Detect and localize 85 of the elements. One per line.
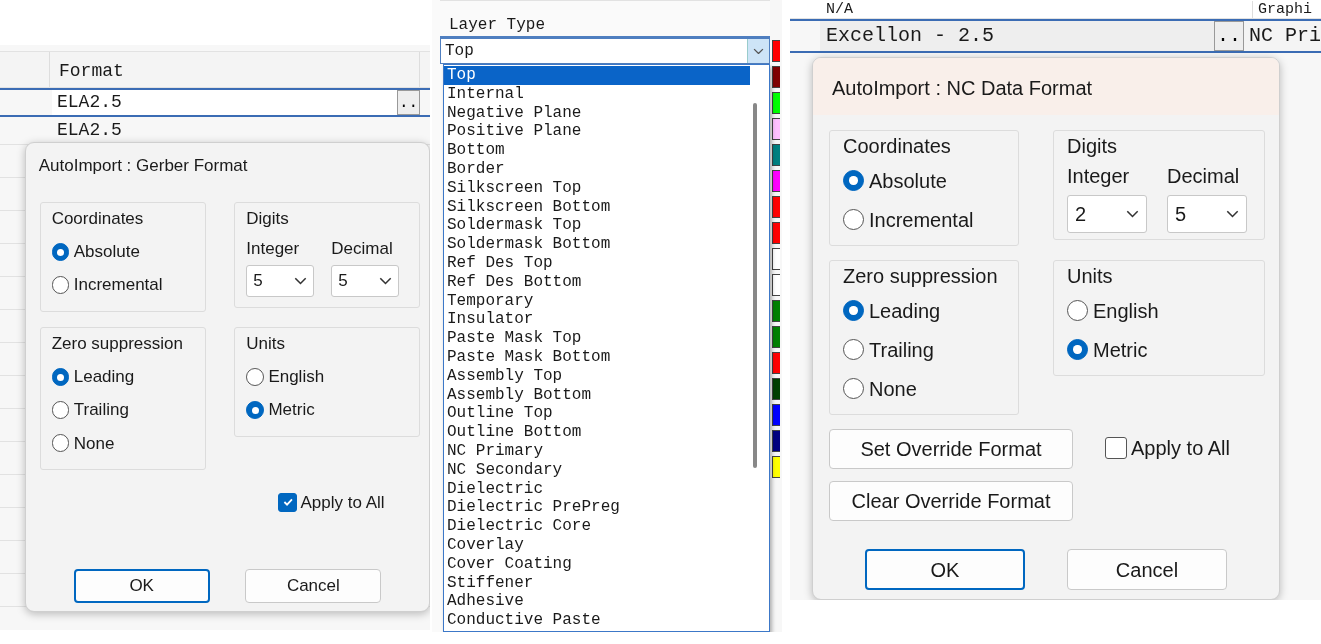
- list-item[interactable]: Conductive Paste: [444, 611, 769, 630]
- chevron-icon: [1226, 210, 1239, 218]
- cancel-button[interactable]: Cancel: [1067, 549, 1227, 590]
- list-item[interactable]: Dielectric PrePreg: [444, 498, 769, 518]
- ok-button[interactable]: OK: [73, 568, 210, 604]
- list-item[interactable]: Insulator: [444, 310, 769, 330]
- group-title: Zero suppression: [51, 333, 184, 355]
- radio-button[interactable]: Trailing: [51, 393, 195, 427]
- table-cell-text: ELA2.5: [56, 119, 123, 142]
- list-item[interactable]: Cover Coating: [444, 554, 769, 574]
- list-item[interactable]: Silkscreen Top: [444, 178, 769, 198]
- list-item[interactable]: Soldermask Bottom: [444, 235, 769, 254]
- group-title: Coordinates: [843, 134, 952, 159]
- field-label: Decimal: [1167, 164, 1241, 189]
- radio-button[interactable]: Trailing: [843, 330, 1005, 369]
- chevron-icon: [753, 47, 764, 55]
- field-label: Decimal: [331, 237, 394, 260]
- list-item[interactable]: Border: [444, 160, 769, 179]
- group-title: Digits: [1067, 134, 1118, 159]
- dropdown[interactable]: 5: [1167, 195, 1247, 233]
- list-item[interactable]: Ref Des Bottom: [444, 272, 769, 292]
- radio-button[interactable]: Incremental: [843, 200, 1005, 239]
- table-cell: ELA2.5: [52, 90, 397, 115]
- radio-button[interactable]: Leading: [843, 291, 1005, 330]
- cancel-button[interactable]: Cancel: [245, 568, 382, 604]
- radio-button[interactable]: Metric: [1067, 330, 1251, 369]
- list-item[interactable]: Dielectric Core: [444, 517, 769, 536]
- radio-button[interactable]: Incremental: [51, 268, 195, 302]
- list-item[interactable]: Paste Mask Top: [444, 329, 769, 348]
- radio-button[interactable]: None: [843, 369, 1005, 408]
- dropdown[interactable]: 2: [1067, 195, 1147, 233]
- group-title: Coordinates: [51, 208, 145, 231]
- list-item[interactable]: Temporary: [444, 291, 769, 311]
- list-item[interactable]: Soldermask Top: [444, 216, 769, 236]
- list-item[interactable]: Bottom: [444, 141, 769, 160]
- group-title: Units: [246, 333, 286, 355]
- table-cell: Excellon - 2.5: [819, 21, 1215, 51]
- list-item[interactable]: Outline Bottom: [444, 423, 769, 442]
- list-item[interactable]: Negative Plane: [444, 103, 769, 123]
- list-item[interactable]: Adhesive: [444, 592, 769, 612]
- list-item[interactable]: Ref Des Top: [444, 253, 769, 273]
- browse-button[interactable]: ..: [397, 90, 420, 115]
- chevron-icon: [1126, 210, 1139, 218]
- list-item[interactable]: Assembly Bottom: [444, 385, 769, 405]
- list-item[interactable]: Paste Mask Bottom: [444, 347, 769, 367]
- scrollbar-thumb[interactable]: [753, 103, 757, 468]
- radio-button[interactable]: Leading: [51, 360, 195, 394]
- field-label: Integer: [246, 237, 301, 260]
- group-title: Units: [1067, 264, 1114, 289]
- dropdown[interactable]: 5: [246, 265, 315, 298]
- list-item[interactable]: Outline Top: [444, 404, 769, 424]
- list-item[interactable]: Dielectric: [444, 479, 769, 499]
- dialog-title: AutoImport : NC Data Format: [813, 58, 1279, 115]
- list-item[interactable]: Internal: [444, 84, 769, 104]
- ok-button[interactable]: OK: [865, 549, 1025, 590]
- list-item[interactable]: Assembly Top: [444, 366, 769, 386]
- radio-button[interactable]: English: [1067, 291, 1251, 330]
- list-item[interactable]: NC Primary: [444, 441, 769, 461]
- radio-button[interactable]: None: [51, 426, 195, 460]
- dialog-title: AutoImport : Gerber Format: [37, 155, 249, 178]
- radio-button[interactable]: English: [246, 360, 408, 394]
- list-item[interactable]: Coverlay: [444, 535, 769, 555]
- override-button[interactable]: Clear Override Format: [829, 481, 1073, 521]
- chevron-icon: [379, 277, 393, 286]
- checkbox[interactable]: Apply to All: [1105, 433, 1265, 463]
- field-label: Integer: [1067, 164, 1131, 189]
- radio-button[interactable]: Absolute: [51, 235, 195, 269]
- list-item[interactable]: Positive Plane: [444, 122, 769, 142]
- list-item[interactable]: Stiffener: [444, 573, 769, 593]
- group-title: Digits: [246, 208, 290, 231]
- table-cell: Graphi: [1252, 0, 1312, 18]
- browse-button[interactable]: ..: [1214, 21, 1244, 51]
- checkbox[interactable]: Apply to All: [278, 489, 420, 516]
- table-cell-text: N/A: [826, 0, 854, 18]
- dropdown[interactable]: 5: [331, 265, 400, 298]
- chevron-icon: [294, 277, 308, 286]
- group-title: Zero suppression: [843, 264, 999, 289]
- override-button[interactable]: Set Override Format: [829, 429, 1073, 469]
- combo-box[interactable]: Top: [440, 38, 770, 64]
- list-item[interactable]: NC Secondary: [444, 460, 769, 480]
- column-header: Format: [59, 61, 124, 81]
- list-item[interactable]: Silkscreen Bottom: [444, 197, 769, 217]
- radio-button[interactable]: Absolute: [843, 161, 1005, 200]
- radio-button[interactable]: Metric: [246, 393, 408, 427]
- list-item[interactable]: Top: [444, 66, 750, 85]
